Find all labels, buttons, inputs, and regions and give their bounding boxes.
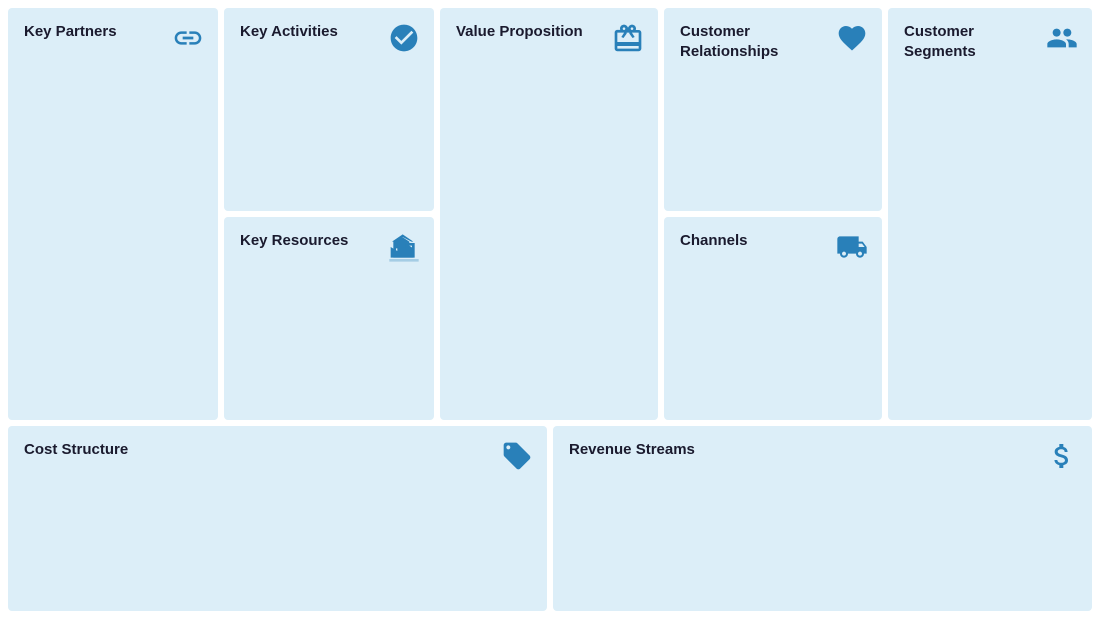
revenue-streams-title: Revenue Streams [569, 440, 949, 460]
truck-icon [836, 231, 868, 270]
key-activities-title: Key Activities [240, 22, 374, 42]
channels-title: Channels [680, 231, 820, 251]
heart-icon [836, 22, 868, 61]
top-section: Key Partners Key Activities Key Resource… [8, 8, 1092, 420]
col-customer-rel-channels: Customer Relationships Channels [664, 8, 882, 420]
key-partners-title: Key Partners [24, 22, 158, 42]
cell-key-partners[interactable]: Key Partners [8, 8, 218, 420]
group-icon [1046, 22, 1078, 61]
check-icon [388, 22, 420, 61]
customer-segments-title: Customer Segments [904, 22, 1033, 61]
cell-revenue-streams[interactable]: Revenue Streams [553, 426, 1092, 611]
money-icon [1046, 440, 1078, 479]
gift-icon [612, 22, 644, 61]
tag-icon [501, 440, 533, 479]
business-model-canvas: Key Partners Key Activities Key Resource… [0, 0, 1100, 619]
cell-cost-structure[interactable]: Cost Structure [8, 426, 547, 611]
cell-customer-relationships[interactable]: Customer Relationships [664, 8, 882, 211]
link-icon [172, 22, 204, 61]
cost-structure-title: Cost Structure [24, 440, 404, 460]
cell-value-proposition[interactable]: Value Proposition [440, 8, 658, 420]
col-key-activities-resources: Key Activities Key Resources [224, 8, 434, 420]
bottom-section: Cost Structure Revenue Streams [8, 426, 1092, 611]
customer-relationships-title: Customer Relationships [680, 22, 820, 61]
cell-key-resources[interactable]: Key Resources [224, 217, 434, 420]
key-resources-title: Key Resources [240, 231, 374, 251]
factory-icon [388, 231, 420, 270]
cell-channels[interactable]: Channels [664, 217, 882, 420]
cell-key-activities[interactable]: Key Activities [224, 8, 434, 211]
cell-customer-segments[interactable]: Customer Segments [888, 8, 1092, 420]
value-proposition-title: Value Proposition [456, 22, 596, 42]
